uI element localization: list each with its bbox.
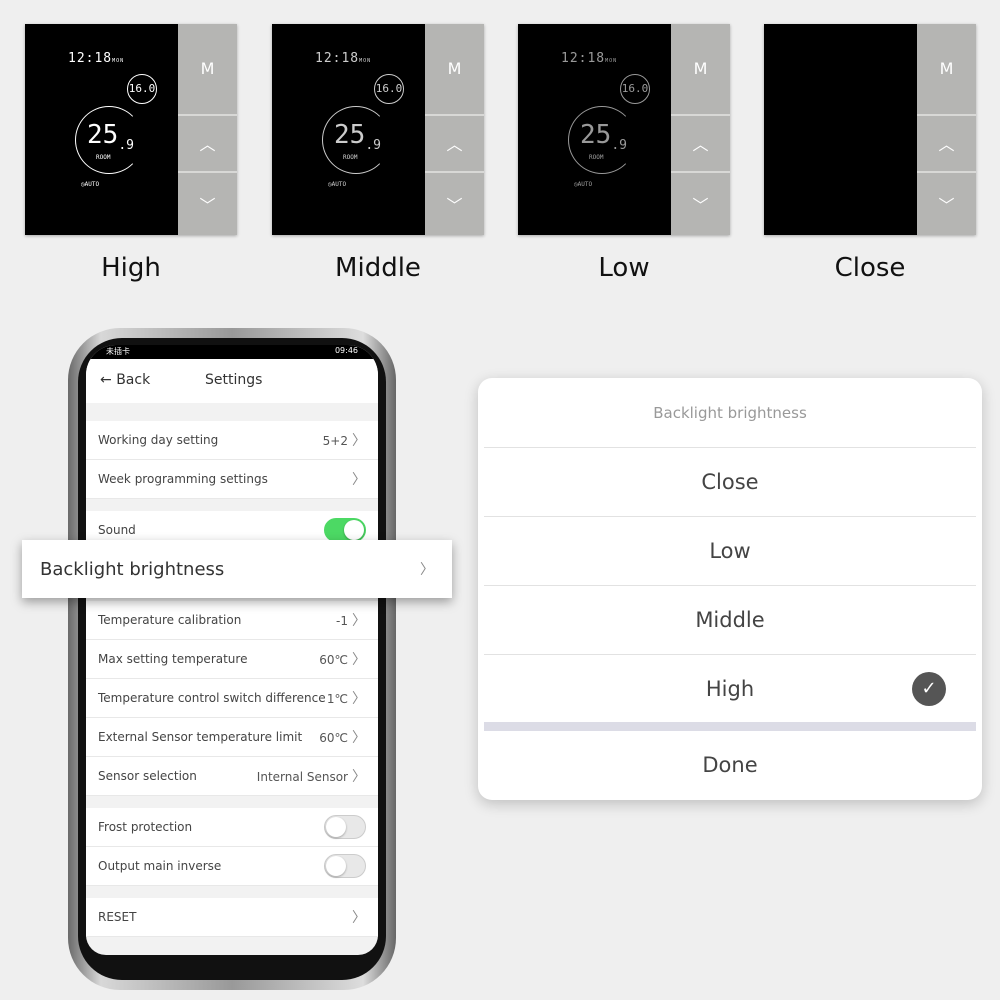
external-temp: 16.0 — [374, 74, 404, 104]
settings-row[interactable]: Max setting temperature 60℃ 〉 — [86, 640, 378, 679]
option-high[interactable]: High ✓ — [484, 654, 976, 723]
up-button[interactable]: ︿ — [178, 116, 237, 174]
row-value: 1℃ — [326, 692, 348, 706]
chevron-right-icon: 〉 — [352, 691, 366, 707]
page-title: Settings — [205, 372, 263, 388]
brightness-label: High — [101, 253, 161, 283]
back-label: Back — [116, 372, 151, 388]
thermostat-high: 12:18MON 16.0 25.9 ROOM ◷AUTO M ︿ ﹀ — [25, 24, 237, 235]
chevron-right-icon: 〉 — [352, 433, 366, 449]
settings-row[interactable]: Temperature control switch difference 1℃ 〉 — [86, 679, 378, 718]
external-temp: 16.0 — [127, 74, 157, 104]
settings-row[interactable]: Temperature calibration -1 〉 — [86, 601, 378, 640]
toggle-switch[interactable] — [324, 518, 366, 542]
toggle-switch[interactable] — [324, 815, 366, 839]
row-label: Max setting temperature — [98, 652, 248, 666]
option-close[interactable]: Close — [484, 447, 976, 516]
done-button[interactable]: Done — [478, 731, 982, 800]
nav-bar: ← Back Settings — [86, 359, 378, 403]
settings-row[interactable]: Frost protection — [86, 808, 378, 847]
room-temp: 25.9 — [87, 120, 134, 154]
row-value: 60℃ — [319, 731, 348, 745]
clock: 12:18MON — [315, 51, 372, 66]
up-button[interactable]: ︿ — [917, 116, 976, 174]
brightness-label: Low — [598, 253, 650, 283]
room-label: ROOM — [589, 154, 604, 161]
row-label: Week programming settings — [98, 472, 268, 486]
thermostat-display: 12:18MON 16.0 25.9 ROOM ◷AUTO — [272, 24, 425, 235]
down-button[interactable]: ﹀ — [917, 173, 976, 235]
arrow-left-icon: ← — [100, 372, 112, 388]
auto-mode: ◷AUTO — [328, 181, 347, 188]
settings-row[interactable]: External Sensor temperature limit 60℃ 〉 — [86, 718, 378, 757]
brightness-label: Middle — [335, 253, 421, 283]
room-label: ROOM — [96, 154, 111, 161]
settings-row[interactable]: Output main inverse — [86, 847, 378, 886]
row-label: Temperature control switch difference — [98, 691, 326, 705]
chevron-right-icon: 〉 — [420, 562, 434, 578]
divider — [484, 722, 976, 731]
phone-screen: 未插卡 09:46 ← Back Settings Working day set… — [86, 345, 378, 955]
up-button[interactable]: ︿ — [671, 116, 730, 174]
row-value: -1 — [336, 614, 348, 628]
room-temp: 25.9 — [580, 120, 627, 154]
row-label: Temperature calibration — [98, 613, 242, 627]
thermostat-display: 12:18MON 16.0 25.9 ROOM ◷AUTO — [518, 24, 671, 235]
option-low[interactable]: Low — [484, 516, 976, 585]
clock: 12:18MON — [68, 51, 125, 66]
m-button[interactable]: M — [178, 24, 237, 116]
settings-row[interactable]: Week programming settings 〉 — [86, 460, 378, 499]
back-button[interactable]: ← Back — [100, 372, 150, 388]
check-icon: ✓ — [912, 672, 946, 706]
row-label: Output main inverse — [98, 859, 222, 873]
row-label: Frost protection — [98, 820, 193, 834]
row-label: External Sensor temperature limit — [98, 730, 303, 744]
chevron-right-icon: 〉 — [352, 613, 366, 629]
row-label: Sound — [98, 523, 136, 537]
clock: 12:18MON — [561, 51, 618, 66]
row-label: Working day setting — [98, 433, 219, 447]
room-temp: 25.9 — [334, 120, 381, 154]
external-temp: 16.0 — [620, 74, 650, 104]
m-button[interactable]: M — [425, 24, 484, 116]
down-button[interactable]: ﹀ — [671, 173, 730, 235]
toggle-switch[interactable] — [324, 854, 366, 878]
carrier: 未插卡 — [106, 347, 130, 356]
status-time: 09:46 — [334, 346, 358, 355]
thermostat-low: 12:18MON 16.0 25.9 ROOM ◷AUTO M ︿ ﹀ — [518, 24, 730, 235]
row-value: Internal Sensor — [256, 770, 348, 784]
chevron-right-icon: 〉 — [352, 652, 366, 668]
auto-mode: ◷AUTO — [574, 181, 593, 188]
m-button[interactable]: M — [671, 24, 730, 116]
settings-row[interactable]: RESET 〉 — [86, 898, 378, 937]
brightness-label: Close — [834, 253, 906, 283]
backlight-dialog: Backlight brightness Close Low Middle High ✓… — [478, 378, 982, 800]
row-label: Sensor selection — [98, 769, 197, 783]
chevron-right-icon: 〉 — [352, 730, 366, 746]
thermostat-close: M ︿ ﹀ — [764, 24, 976, 235]
settings-row[interactable]: Sensor selection Internal Sensor 〉 — [86, 757, 378, 796]
row-value: 5+2 — [322, 434, 348, 448]
row-label: Backlight brightness — [40, 558, 225, 580]
row-value: 60℃ — [319, 653, 348, 667]
row-label: RESET — [98, 910, 137, 924]
m-button[interactable]: M — [917, 24, 976, 116]
thermostat-middle: 12:18MON 16.0 25.9 ROOM ◷AUTO M ︿ ﹀ — [272, 24, 484, 235]
down-button[interactable]: ﹀ — [178, 173, 237, 235]
chevron-right-icon: 〉 — [352, 769, 366, 785]
up-button[interactable]: ︿ — [425, 116, 484, 174]
chevron-right-icon: 〉 — [352, 472, 366, 488]
thermostat-display: 12:18MON 16.0 25.9 ROOM ◷AUTO — [25, 24, 178, 235]
settings-row[interactable]: Working day setting 5+2 〉 — [86, 421, 378, 460]
dialog-title: Backlight brightness — [653, 404, 807, 422]
room-label: ROOM — [343, 154, 358, 161]
backlight-brightness-highlight[interactable]: Backlight brightness 〉 — [22, 540, 452, 598]
auto-mode: ◷AUTO — [81, 181, 100, 188]
down-button[interactable]: ﹀ — [425, 173, 484, 235]
option-middle[interactable]: Middle — [484, 585, 976, 654]
chevron-right-icon: 〉 — [352, 910, 366, 926]
